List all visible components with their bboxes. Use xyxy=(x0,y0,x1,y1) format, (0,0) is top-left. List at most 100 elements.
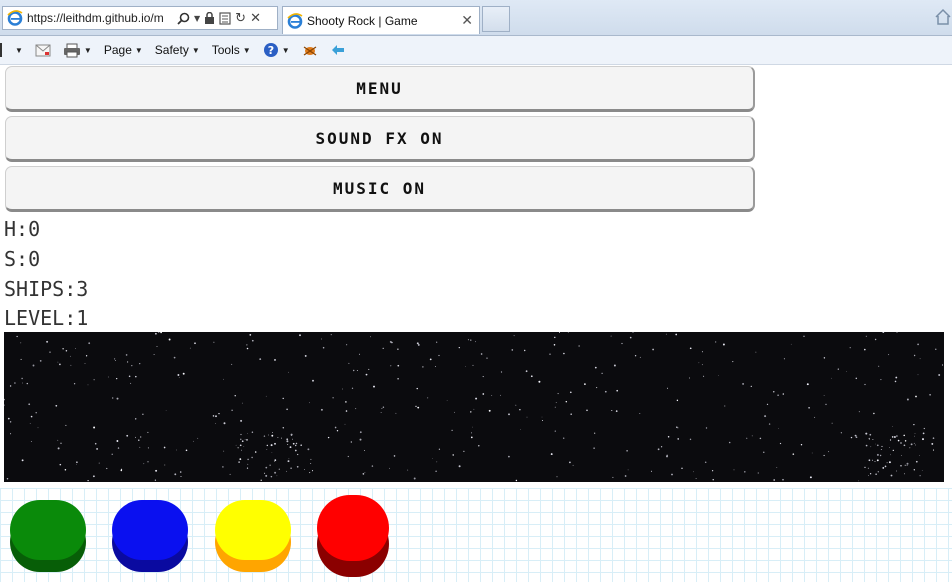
star xyxy=(197,437,199,439)
star xyxy=(278,468,280,470)
star xyxy=(165,409,167,411)
dropdown-arrow-icon[interactable]: ▼ xyxy=(84,46,92,55)
safety-menu[interactable]: Safety ▼ xyxy=(155,43,200,57)
star xyxy=(808,406,810,409)
new-tab-button[interactable] xyxy=(482,6,510,32)
hits-counter: H:0 xyxy=(4,217,41,241)
star xyxy=(846,371,847,373)
star xyxy=(675,333,678,336)
dropdown-arrow-icon[interactable]: ▼ xyxy=(15,46,23,55)
star xyxy=(567,332,569,333)
star xyxy=(900,464,902,467)
star xyxy=(237,447,239,449)
red-control-button[interactable] xyxy=(317,495,393,579)
star xyxy=(732,361,734,363)
star xyxy=(310,458,312,460)
star xyxy=(185,449,188,452)
star xyxy=(562,437,565,439)
star xyxy=(840,432,842,434)
star xyxy=(870,446,872,448)
star xyxy=(292,442,295,445)
star xyxy=(693,471,695,473)
star xyxy=(451,429,453,432)
star xyxy=(919,475,921,477)
star xyxy=(416,387,418,390)
blue-control-button[interactable] xyxy=(112,500,188,572)
star xyxy=(288,371,289,373)
address-bar[interactable]: https://leithdm.github.io/m ▼ ↻ ✕ xyxy=(2,6,278,30)
star xyxy=(32,364,35,367)
star xyxy=(417,406,420,409)
star xyxy=(888,461,891,464)
star xyxy=(294,449,297,452)
star xyxy=(941,364,944,366)
star xyxy=(660,446,663,448)
star xyxy=(471,432,472,434)
star xyxy=(938,374,941,376)
star xyxy=(759,437,762,440)
star xyxy=(434,366,436,367)
game-canvas[interactable] xyxy=(4,332,944,482)
star xyxy=(147,461,149,463)
star xyxy=(724,405,726,407)
tools-menu-label: Tools xyxy=(211,43,240,57)
star xyxy=(914,433,916,434)
dropdown-arrow-icon[interactable]: ▼ xyxy=(194,14,200,23)
star xyxy=(855,377,858,380)
browser-tab-bar: https://leithdm.github.io/m ▼ ↻ ✕ Shooty… xyxy=(0,0,952,36)
page-menu[interactable]: Page ▼ xyxy=(104,43,143,57)
compatibility-icon[interactable] xyxy=(219,11,231,25)
star xyxy=(876,453,879,456)
star xyxy=(147,447,149,449)
star xyxy=(264,472,266,474)
star xyxy=(139,446,141,448)
star xyxy=(389,467,390,469)
home-icon[interactable] xyxy=(934,8,952,26)
bug-report-icon[interactable] xyxy=(302,43,318,57)
star xyxy=(304,354,307,357)
send-link-icon[interactable] xyxy=(330,43,346,57)
tab-shooty-rock[interactable]: Shooty Rock | Game ✕ xyxy=(282,6,480,34)
star xyxy=(889,447,890,448)
star xyxy=(92,475,95,478)
star xyxy=(917,343,919,346)
search-icon[interactable] xyxy=(177,12,190,25)
green-control-button[interactable] xyxy=(10,500,86,572)
star xyxy=(701,364,703,366)
tools-menu[interactable]: Tools ▼ xyxy=(212,43,251,57)
sound-fx-toggle-button[interactable]: SOUND FX ON xyxy=(5,116,755,162)
address-url[interactable]: https://leithdm.github.io/m xyxy=(27,11,173,25)
star xyxy=(342,388,343,390)
help-menu[interactable]: ? ▼ xyxy=(263,42,290,58)
star xyxy=(30,415,33,418)
help-icon: ? xyxy=(263,43,278,57)
close-tab-icon[interactable]: ✕ xyxy=(461,13,473,29)
star xyxy=(513,335,515,337)
star xyxy=(266,448,268,450)
star xyxy=(874,461,876,463)
menu-button[interactable]: MENU xyxy=(5,66,755,112)
read-mail-icon[interactable] xyxy=(35,44,51,57)
star xyxy=(114,359,117,362)
star xyxy=(57,447,60,450)
print-icon[interactable] xyxy=(63,43,81,58)
star xyxy=(541,416,543,418)
yellow-control-button[interactable] xyxy=(215,500,291,572)
star xyxy=(98,462,100,464)
music-toggle-button[interactable]: MUSIC ON xyxy=(5,166,755,212)
star xyxy=(154,479,157,481)
star xyxy=(892,426,893,427)
lock-icon[interactable] xyxy=(204,11,215,25)
star xyxy=(773,391,775,393)
star xyxy=(438,354,440,357)
star xyxy=(879,454,882,457)
chevron-down-icon: ▼ xyxy=(134,45,143,55)
star xyxy=(276,475,278,477)
star xyxy=(554,336,556,339)
stop-icon[interactable]: ✕ xyxy=(250,11,261,26)
star xyxy=(913,469,915,471)
star xyxy=(247,458,249,461)
star xyxy=(153,353,155,356)
star xyxy=(176,449,177,451)
refresh-icon[interactable]: ↻ xyxy=(235,11,246,26)
